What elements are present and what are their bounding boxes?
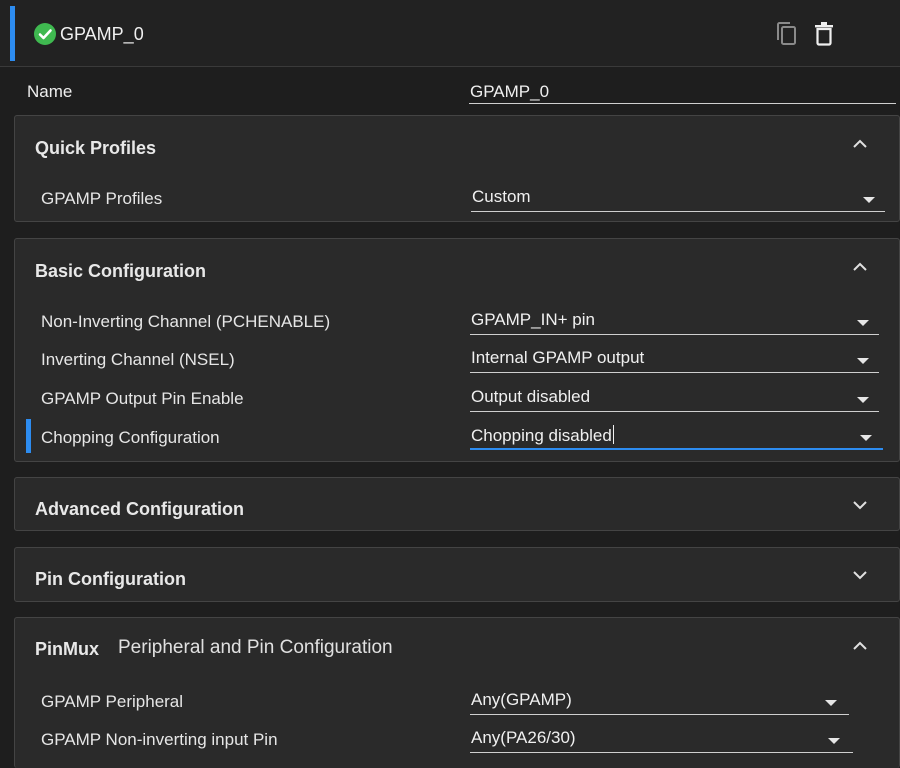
inverting-channel-label: Inverting Channel (NSEL) [41,350,235,369]
chevron-down-icon[interactable] [851,499,869,511]
inverting-channel-select[interactable]: Internal GPAMP output [470,347,879,373]
non-inverting-input-pin-select[interactable]: Any(PA26/30) [470,727,853,753]
caret-down-icon [863,197,875,203]
chopping-configuration-label: Chopping Configuration [41,428,220,447]
caret-down-icon [828,738,840,744]
basic-configuration-panel: Basic Configuration Non-Inverting Channe… [14,238,900,462]
basic-configuration-header[interactable]: Basic Configuration [35,260,206,282]
text-cursor [612,425,614,444]
non-inverting-input-pin-label: GPAMP Non-inverting input Pin [41,730,278,749]
gpamp-profiles-select[interactable]: Custom [471,186,885,212]
name-label: Name [27,82,73,101]
check-circle-icon [34,23,56,45]
select-value: Chopping disabled [471,425,614,446]
chopping-configuration-select[interactable]: Chopping disabled [470,424,883,450]
select-value: Any(GPAMP) [471,690,572,709]
chevron-up-icon[interactable] [851,261,869,273]
caret-down-icon [860,435,872,441]
pin-configuration-header[interactable]: Pin Configuration [35,568,186,590]
gpamp-peripheral-select[interactable]: Any(GPAMP) [470,689,849,715]
output-pin-enable-select[interactable]: Output disabled [470,386,879,412]
caret-down-icon [857,320,869,326]
copy-icon[interactable] [774,20,800,48]
output-pin-enable-label: GPAMP Output Pin Enable [41,389,244,408]
row-focus-indicator [26,419,31,453]
quick-profiles-header[interactable]: Quick Profiles [35,137,156,159]
pinmux-header[interactable]: PinMux [35,638,99,660]
chevron-up-icon[interactable] [851,640,869,652]
select-value: Output disabled [471,387,591,406]
advanced-configuration-panel[interactable]: Advanced Configuration [14,477,900,531]
pinmux-subtitle: Peripheral and Pin Configuration [118,637,393,658]
pinmux-panel: PinMux Peripheral and Pin Configuration … [14,617,900,768]
select-value: Internal GPAMP output [471,348,645,367]
gpamp-profiles-label: GPAMP Profiles [41,189,163,208]
pin-configuration-panel[interactable]: Pin Configuration [14,547,900,602]
gpamp-peripheral-label: GPAMP Peripheral [41,692,184,711]
chevron-up-icon[interactable] [851,138,869,150]
non-inverting-channel-label: Non-Inverting Channel (PCHENABLE) [41,312,331,331]
header-accent-bar [10,6,15,61]
name-input[interactable] [469,80,896,104]
quick-profiles-panel: Quick Profiles GPAMP Profiles Custom [14,115,900,222]
caret-down-icon [857,397,869,403]
component-header: GPAMP_0 [0,0,900,67]
select-value: Any(PA26/30) [471,728,576,747]
advanced-configuration-header[interactable]: Advanced Configuration [35,498,244,520]
trash-icon[interactable] [812,20,838,48]
caret-down-icon [857,358,869,364]
caret-down-icon [825,700,837,706]
non-inverting-channel-select[interactable]: GPAMP_IN+ pin [470,309,879,335]
chevron-down-icon[interactable] [851,569,869,581]
select-value: Custom [472,187,531,206]
component-title: GPAMP_0 [60,24,144,44]
select-value: GPAMP_IN+ pin [471,310,595,329]
select-value-text: Chopping disabled [471,426,612,445]
